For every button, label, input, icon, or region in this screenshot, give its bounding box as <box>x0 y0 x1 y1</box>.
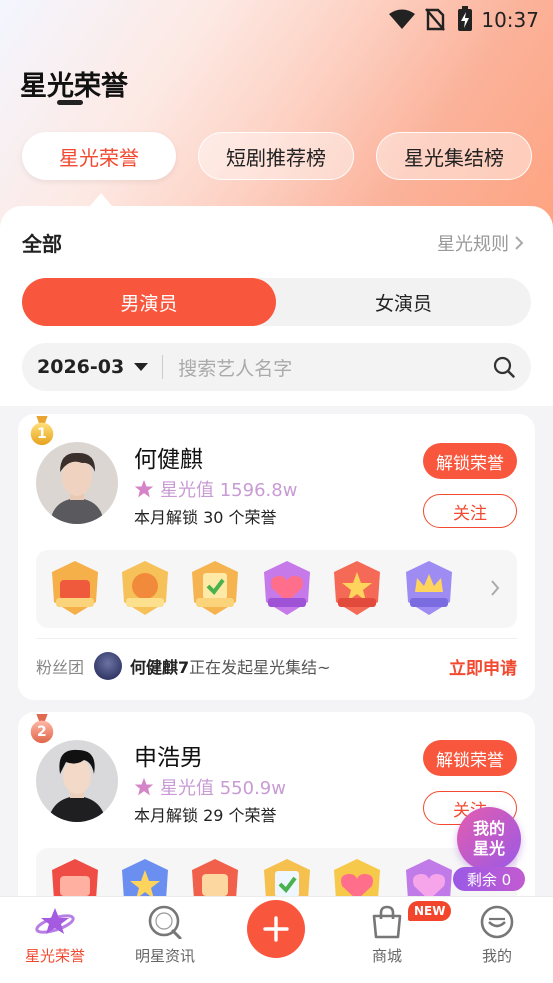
new-badge: NEW <box>408 901 452 921</box>
star-value: 星光值 1596.8w <box>160 480 298 501</box>
status-bar: 10:37 <box>0 0 553 38</box>
unlock-honor-button[interactable]: 解锁荣誉 <box>423 443 517 479</box>
month-select[interactable]: 2026-03 <box>37 356 124 378</box>
remaining-star-count: 剩余 0 <box>453 867 525 891</box>
apply-now-link[interactable]: 立即申请 <box>449 654 517 679</box>
bottom-navigation: 星光荣誉 明星资讯 商城 NEW 我的 <box>0 896 553 983</box>
fan-club-row: 粉丝团 何健麒7 正在发起星光集结~ 立即申请 <box>36 652 517 680</box>
monthly-unlock-count: 本月解锁 30 个荣誉 <box>134 508 277 527</box>
rank-number: 1 <box>37 426 47 442</box>
rank-number: 2 <box>37 724 47 740</box>
honor-badges-strip[interactable] <box>36 550 517 628</box>
honor-badge-icon <box>406 561 452 615</box>
my-star-label-line1: 我的 <box>472 819 505 838</box>
my-star-label-line2: 星光 <box>472 839 505 858</box>
star-icon <box>134 777 154 796</box>
honor-badge-icon <box>192 561 238 615</box>
dropdown-arrow-icon[interactable] <box>134 363 149 371</box>
nav-mine-label: 我的 <box>481 947 512 965</box>
honor-badge-icon <box>264 561 310 615</box>
star-rules-label: 星光规则 <box>437 234 509 255</box>
fan-club-label: 粉丝团 <box>36 658 85 677</box>
my-star-button[interactable]: 我的 星光 <box>457 807 521 871</box>
follow-button[interactable]: 关注 <box>423 494 517 528</box>
search-bar: 2026-03 搜索艺人名字 <box>22 343 531 391</box>
smiley-face-icon <box>480 905 514 939</box>
tab-star-honor[interactable]: 星光荣誉 <box>22 132 176 180</box>
active-tab-pointer <box>90 193 112 206</box>
planet-star-icon <box>35 908 75 934</box>
star-value: 星光值 550.9w <box>160 778 286 799</box>
category-all-label: 全部 <box>22 232 62 256</box>
star-value-row: 星光值 550.9w <box>134 774 286 800</box>
plus-icon <box>263 916 289 942</box>
chevron-right-icon <box>515 236 524 250</box>
honor-badge-icon <box>334 561 380 615</box>
female-actors-button[interactable]: 女演员 <box>276 278 531 326</box>
male-actors-button[interactable]: 男演员 <box>22 278 276 326</box>
star-rules-link[interactable]: 星光规则 <box>437 230 525 256</box>
search-input[interactable]: 搜索艺人名字 <box>178 354 493 381</box>
monthly-unlock-count: 本月解锁 29 个荣誉 <box>134 806 277 825</box>
wifi-icon <box>389 9 415 29</box>
nav-star-news[interactable]: 明星资讯 <box>120 905 210 966</box>
avatar[interactable] <box>36 740 118 822</box>
no-sim-icon <box>425 8 445 31</box>
nav-mall-label: 商城 <box>371 947 402 965</box>
nav-star-honor[interactable]: 星光荣誉 <box>10 905 100 966</box>
unlock-honor-button[interactable]: 解锁荣誉 <box>423 740 517 776</box>
gender-toggle: 男演员 女演员 <box>22 278 531 326</box>
title-underline <box>57 100 83 105</box>
nav-mine[interactable]: 我的 <box>452 905 542 966</box>
add-button[interactable] <box>247 900 305 958</box>
artist-name[interactable]: 申浩男 <box>134 738 203 772</box>
news-search-icon <box>148 905 182 939</box>
honor-badge-icon <box>122 561 168 615</box>
tab-short-drama-ranking[interactable]: 短剧推荐榜 <box>198 132 354 180</box>
nav-star-news-label: 明星资讯 <box>134 947 195 965</box>
fan-club-status: 正在发起星光集结~ <box>189 658 331 677</box>
chevron-right-icon[interactable] <box>489 578 501 598</box>
artist-card-1[interactable]: 1 何健麒 星光值 1596.8w 本月解锁 30 个荣誉 解锁荣誉 关注 粉丝… <box>18 414 535 700</box>
fan-club-avatar[interactable] <box>94 652 123 680</box>
page-title: 星光荣誉 <box>20 71 128 102</box>
avatar[interactable] <box>36 442 118 524</box>
shopping-bag-icon <box>372 905 402 939</box>
search-divider <box>162 355 164 379</box>
battery-charging-icon <box>458 6 472 31</box>
artist-name[interactable]: 何健麒 <box>134 440 203 474</box>
tab-star-rally-ranking[interactable]: 星光集结榜 <box>376 132 532 180</box>
nav-star-honor-label: 星光荣誉 <box>24 947 85 965</box>
star-value-row: 星光值 1596.8w <box>134 476 297 502</box>
card-divider <box>36 638 517 639</box>
star-icon <box>134 479 154 498</box>
fan-club-name[interactable]: 何健麒7 <box>130 654 189 678</box>
clock-time: 10:37 <box>481 8 539 32</box>
honor-badge-icon <box>52 561 98 615</box>
search-icon[interactable] <box>493 356 515 378</box>
